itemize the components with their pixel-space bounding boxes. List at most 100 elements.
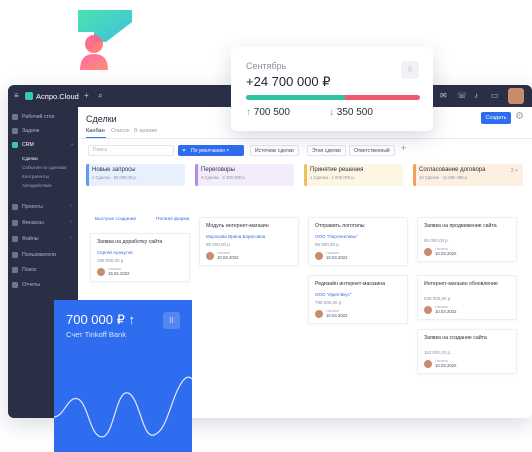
column-extra[interactable]: 2 +	[511, 168, 518, 174]
sidebar-item-users[interactable]: Пользователи	[12, 249, 56, 260]
full-form-link[interactable]: Полная форма	[156, 217, 189, 222]
sidebar-item-finance[interactable]: Финансы	[12, 217, 44, 228]
create-button[interactable]: Создать	[481, 112, 511, 124]
finance-icon	[12, 219, 18, 226]
chip-deal-source[interactable]: Источник сделки	[250, 145, 299, 156]
avatar	[315, 309, 323, 318]
mail-icon[interactable]: ✉	[440, 91, 447, 100]
income-expense-bar	[246, 95, 420, 100]
deal-card[interactable]: Заявка на доработку сайта Сергей Арнауто…	[90, 233, 190, 283]
avatar	[424, 247, 432, 256]
tab-list[interactable]: Список	[111, 128, 130, 134]
deal-contact[interactable]: ООО "Идея Вкус"	[315, 292, 401, 297]
projects-icon	[12, 203, 18, 210]
phone-icon[interactable]: ☏	[457, 91, 467, 100]
sidebar-item-label: Поиск	[22, 266, 37, 273]
avatar	[424, 359, 432, 368]
expand-icon[interactable]: ⠿	[401, 61, 419, 79]
deal-contact[interactable]: ООО "Перспективы"	[315, 234, 401, 239]
deal-title: Заявка на доработку сайта	[97, 239, 163, 245]
deal-title: Интернет-магазин обновление	[424, 281, 498, 287]
users-icon	[12, 251, 18, 258]
income-amount: 700 500	[253, 107, 290, 118]
expand-icon[interactable]: ⠿	[163, 312, 180, 329]
deal-date: 10.03.2022	[435, 309, 457, 315]
deal-date: 10.03.2022	[217, 255, 239, 261]
deal-card[interactable]: Заявка на продвижение сайта 95 000,00 р.…	[417, 217, 517, 263]
deal-contact[interactable]: Морохова Ирина Борисовна	[206, 234, 292, 239]
summary-total: +24 700 000 ₽	[246, 74, 331, 89]
deal-owner: Начало 10.03.2022	[424, 247, 510, 256]
sidebar-item-label: Пользователи	[22, 251, 56, 258]
sidebar-item-desktop[interactable]: Рабочий стол	[12, 111, 55, 122]
sidebar-sub-deals[interactable]: Сделки	[22, 156, 38, 161]
column-header: Согласование договора 10 Сделок · 11 880…	[413, 164, 523, 186]
sidebar-item-search[interactable]: Поиск	[12, 264, 36, 275]
expense-amount: 350 500	[336, 107, 373, 118]
sidebar-item-tasks[interactable]: Задачи	[12, 125, 39, 136]
sidebar-item-files[interactable]: Файлы	[12, 233, 38, 244]
tab-archive[interactable]: В архиве	[134, 128, 157, 134]
sidebar-item-reports[interactable]: Отчеты	[12, 279, 40, 290]
menu-icon[interactable]: ≡	[14, 91, 19, 100]
column-header: Переговоры 4 Сделки · 2 330 000 р.	[195, 164, 294, 186]
sidebar-sub-autoactions[interactable]: Автодействия	[22, 183, 52, 188]
search-icon[interactable]: ⌕	[98, 91, 102, 101]
sidebar-sub-deal-events[interactable]: События по сделкам	[22, 165, 66, 170]
chevron-down-icon[interactable]: ⌄	[70, 141, 74, 147]
brand-logo-icon	[78, 10, 132, 70]
deal-card[interactable]: Интернет-магазин обновление 530 000,00 р…	[417, 275, 517, 321]
search-icon	[12, 266, 18, 273]
sidebar-item-label: Отчеты	[22, 281, 40, 288]
bell-icon[interactable]: ♪	[474, 91, 478, 100]
deal-date: 10.03.2022	[326, 255, 348, 261]
add-icon[interactable]: +	[84, 91, 89, 100]
search-input[interactable]: Поиск	[88, 145, 174, 156]
reports-icon	[12, 281, 18, 288]
sidebar-item-label: Задачи	[22, 127, 40, 134]
avatar	[206, 251, 214, 260]
column-header: Новые запросы 1 Сделка · 95 000,00 р.	[86, 164, 185, 186]
page-title: Сделки	[86, 114, 117, 124]
deal-card[interactable]: Редизайн интернет-магазина ООО "Идея Вку…	[308, 275, 408, 325]
expense-value: ↓ 350 500	[329, 107, 373, 118]
sidebar-item-label: Файлы	[22, 235, 39, 242]
deal-price: 195 000,00 р.	[97, 258, 125, 263]
deal-price: 795 000,00 р.	[315, 300, 343, 305]
user-avatar[interactable]	[508, 88, 524, 104]
column-summary: 10 Сделок · 11 880 490 р.	[419, 175, 469, 180]
income-value: ↑ 700 500	[246, 107, 290, 118]
deal-card[interactable]: Заявка на создание сайта 110 000,00 р. Н…	[417, 329, 517, 375]
avatar	[315, 251, 323, 260]
column-header: Принятие решения 1 Сделка · 1 000 000 р.	[304, 164, 403, 186]
deal-card[interactable]: Модуль интернет-магазин Морохова Ирина Б…	[199, 217, 299, 267]
sidebar-sub-contractors[interactable]: Контрагенты	[22, 174, 49, 179]
avatar	[424, 305, 432, 314]
filter-label: По умолчанию ×	[191, 147, 230, 154]
quick-create-link[interactable]: Быстрое создание	[95, 217, 136, 222]
brand-mark-icon	[25, 92, 33, 100]
balance-wave-icon	[54, 376, 192, 438]
chat-icon[interactable]: ▭	[491, 91, 499, 100]
sidebar-item-crm[interactable]: CRM	[12, 139, 34, 150]
tab-kanban[interactable]: Канбан	[86, 128, 105, 134]
deal-card[interactable]: Отправить логотипы ООО "Перспективы" 95 …	[308, 217, 408, 267]
gear-icon[interactable]: ⚙	[515, 111, 524, 122]
chip-deal-stage[interactable]: Этап сделки	[307, 145, 346, 156]
summary-month: Сентябрь	[246, 61, 287, 71]
arrow-up-icon: ↑	[246, 107, 251, 118]
sidebar-item-projects[interactable]: Проекты	[12, 201, 43, 212]
column-name: Новые запросы	[92, 167, 136, 173]
chip-responsible[interactable]: Ответственный	[349, 145, 395, 156]
deal-owner: Начало 10.03.2022	[206, 251, 292, 260]
deal-contact[interactable]: Сергей Арнаутов	[97, 250, 183, 255]
brand-name[interactable]: Аспро.Cloud	[36, 92, 79, 101]
deal-title: Заявка на продвижение сайта	[424, 223, 497, 229]
column-name: Переговоры	[201, 167, 235, 173]
filter-default[interactable]: ⏷ По умолчанию ×	[178, 145, 244, 156]
chevron-right-icon[interactable]: ›	[70, 203, 72, 209]
bank-amount: 700 000 ₽ ↑	[66, 312, 135, 327]
add-filter-icon[interactable]: +	[401, 143, 406, 153]
chevron-right-icon[interactable]: ›	[70, 235, 72, 241]
chevron-right-icon[interactable]: ›	[70, 219, 72, 225]
